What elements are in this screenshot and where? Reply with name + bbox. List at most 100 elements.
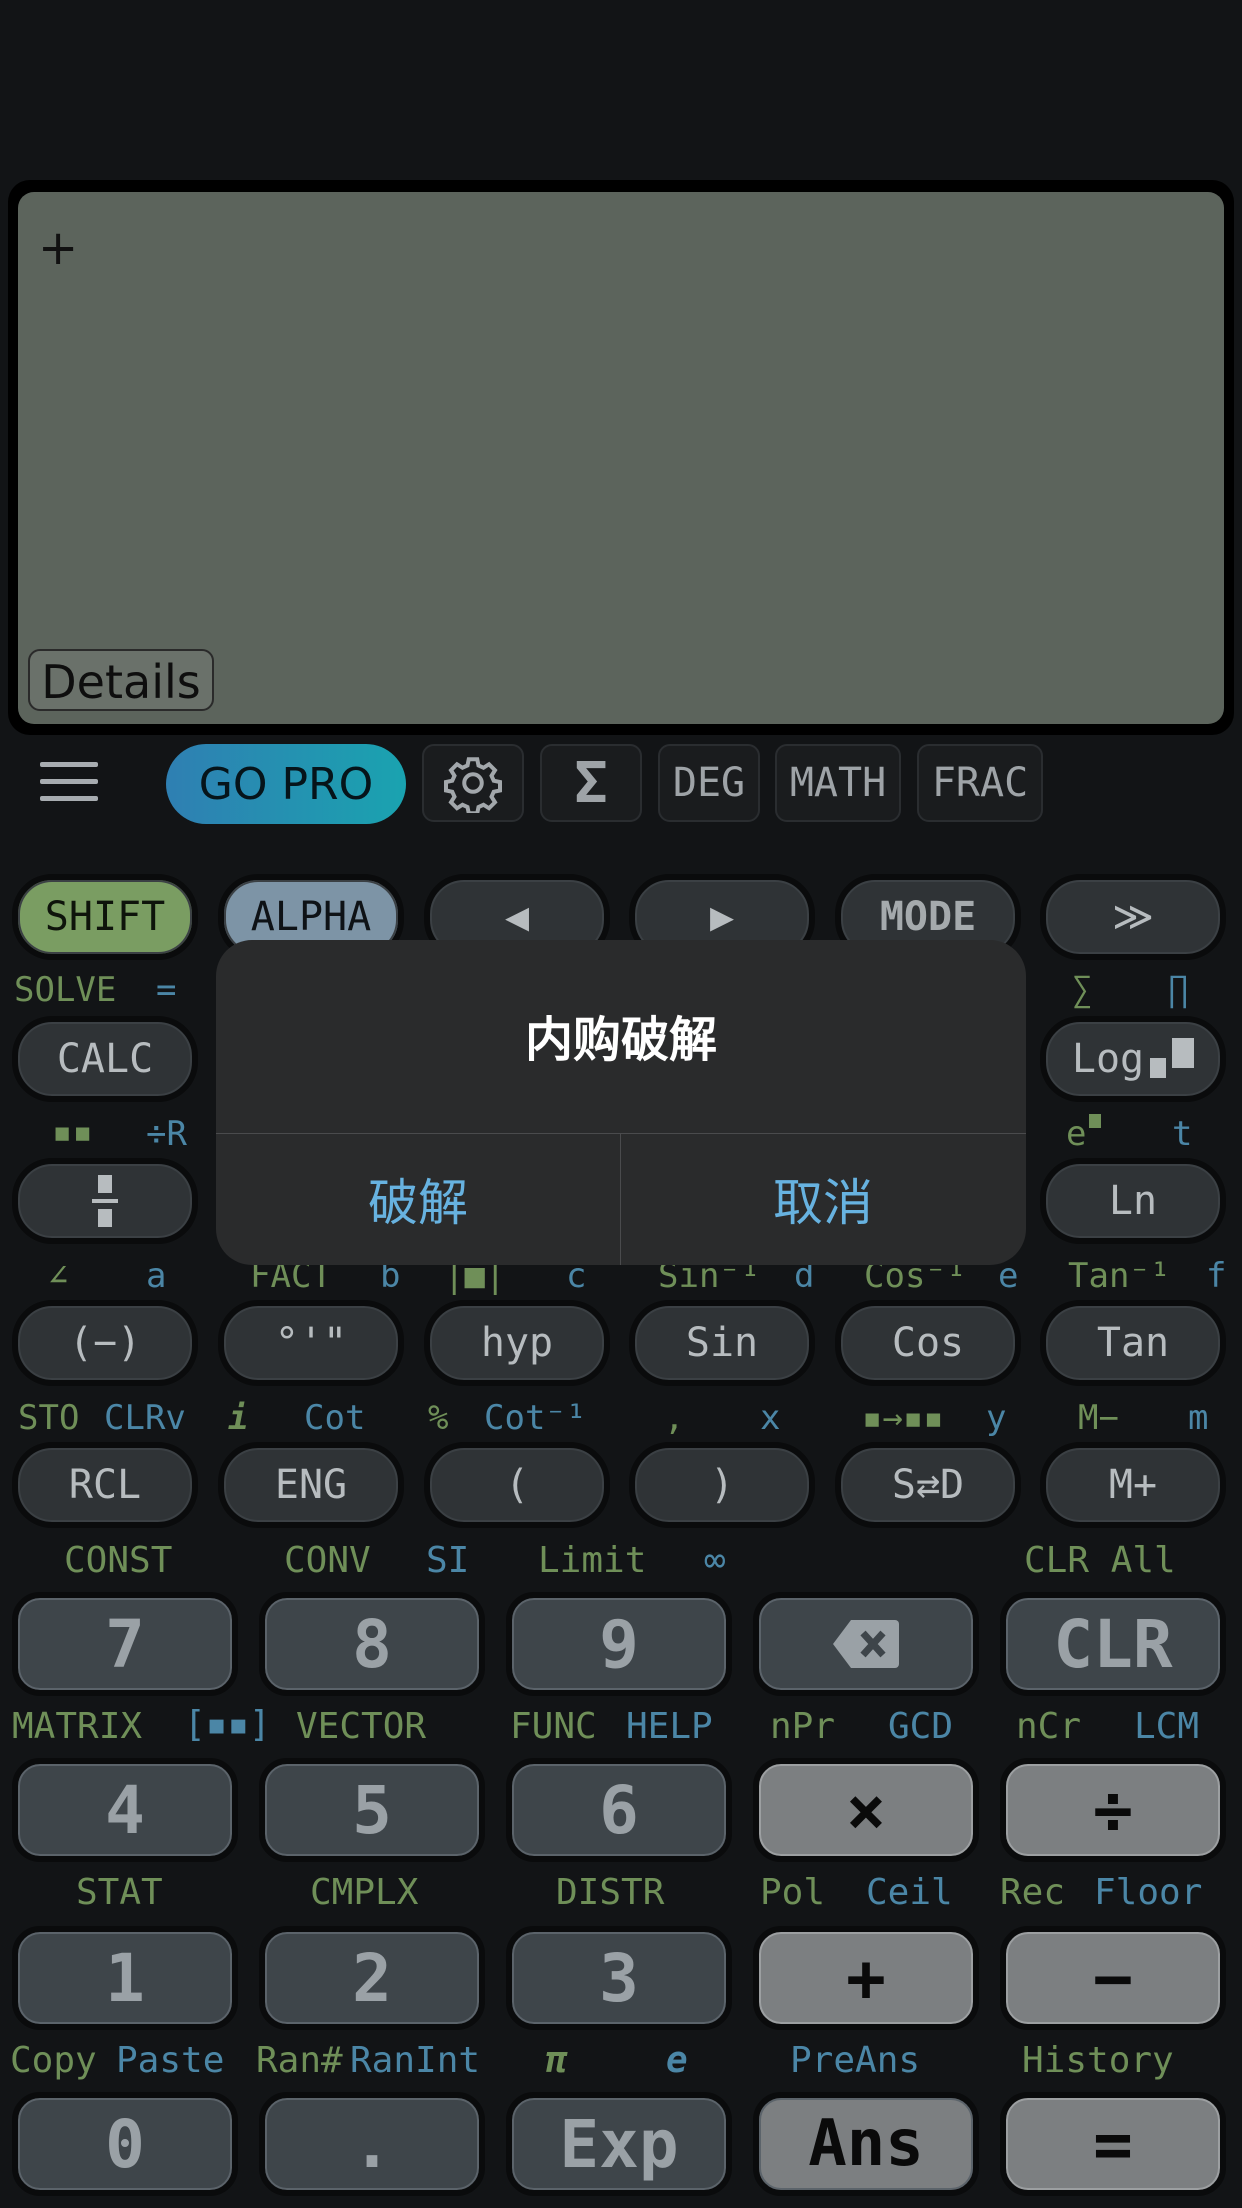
key-5[interactable]: 5 bbox=[259, 1758, 485, 1862]
ln-key[interactable]: Ln bbox=[1040, 1158, 1226, 1244]
go-pro-button[interactable]: GO PRO bbox=[166, 744, 406, 824]
matrix-icon: [▪▪] bbox=[184, 1704, 271, 1745]
backspace-icon bbox=[833, 1620, 899, 1668]
minus-key[interactable]: − bbox=[1000, 1926, 1226, 2030]
left-paren-key[interactable]: ( bbox=[424, 1442, 610, 1528]
log-key-label: Log bbox=[1071, 1036, 1145, 1082]
vector-label: VECTOR bbox=[296, 1706, 427, 1747]
gear-icon bbox=[444, 757, 502, 813]
ans-key[interactable]: Ans bbox=[753, 2092, 979, 2196]
shift-key[interactable]: SHIFT bbox=[12, 874, 198, 960]
equals-key[interactable]: = bbox=[1000, 2092, 1226, 2196]
distr-label: DISTR bbox=[556, 1872, 665, 1913]
cancel-button[interactable]: 取消 bbox=[621, 1133, 1025, 1265]
paste-label: Paste bbox=[116, 2040, 225, 2081]
div-remainder-label: ÷R bbox=[146, 1114, 187, 1154]
menu-icon[interactable] bbox=[40, 762, 110, 806]
log-key[interactable]: Log bbox=[1040, 1016, 1226, 1102]
crack-button[interactable]: 破解 bbox=[216, 1133, 620, 1265]
rcl-key[interactable]: RCL bbox=[12, 1442, 198, 1528]
eng-key[interactable]: ENG bbox=[218, 1442, 404, 1528]
var-m-label: m bbox=[1188, 1398, 1209, 1438]
decimal-key[interactable]: . bbox=[259, 2092, 485, 2196]
calculator-display[interactable] bbox=[18, 192, 1224, 724]
log-arg-box-icon bbox=[1172, 1038, 1195, 1068]
plus-key[interactable]: + bbox=[753, 1926, 979, 2030]
product-label: ∏ bbox=[1168, 970, 1189, 1010]
key-1[interactable]: 1 bbox=[12, 1926, 238, 2030]
cmplx-label: CMPLX bbox=[310, 1872, 419, 1913]
negative-key[interactable]: (−) bbox=[12, 1300, 198, 1386]
ncr-label: nCr bbox=[1016, 1706, 1082, 1747]
gcd-label: GCD bbox=[888, 1706, 954, 1747]
ran-label: Ran# bbox=[256, 2040, 343, 2081]
lcm-label: LCM bbox=[1134, 1706, 1200, 1747]
s-to-d-key[interactable]: S⇄D bbox=[835, 1442, 1021, 1528]
details-button[interactable]: Details bbox=[28, 649, 214, 711]
sto-label: STO bbox=[18, 1398, 80, 1438]
m-plus-key[interactable]: M+ bbox=[1040, 1442, 1226, 1528]
t-label: t bbox=[1172, 1114, 1193, 1154]
imaginary-label: i bbox=[228, 1398, 249, 1438]
var-a-label: a bbox=[146, 1256, 167, 1296]
key-6[interactable]: 6 bbox=[506, 1758, 732, 1862]
cos-key[interactable]: Cos bbox=[835, 1300, 1021, 1386]
sin-key[interactable]: Sin bbox=[629, 1300, 815, 1386]
key-7[interactable]: 7 bbox=[12, 1592, 238, 1696]
si-label: SI bbox=[426, 1540, 470, 1581]
ranint-label: RanInt bbox=[350, 2040, 481, 2081]
comma-label: , bbox=[664, 1398, 685, 1438]
infinity-label: ∞ bbox=[704, 1540, 726, 1581]
const-label: CONST bbox=[64, 1540, 173, 1581]
sum-label: ∑ bbox=[1072, 970, 1093, 1010]
copy-label: Copy bbox=[10, 2040, 97, 2081]
equals-label: = bbox=[156, 970, 177, 1010]
sigma-button[interactable]: Σ bbox=[540, 744, 642, 822]
percent-label: % bbox=[428, 1398, 449, 1438]
frac-button[interactable]: FRAC bbox=[917, 744, 1043, 822]
func-label: FUNC bbox=[510, 1706, 597, 1747]
exp-key[interactable]: Exp bbox=[506, 2092, 732, 2196]
atan-label: Tan⁻¹ bbox=[1068, 1256, 1171, 1296]
euler-label: e bbox=[666, 2040, 688, 2081]
m-minus-label: M− bbox=[1078, 1398, 1119, 1438]
ceil-label: Ceil bbox=[866, 1872, 953, 1913]
deg-min-sec-key[interactable]: °'" bbox=[218, 1300, 404, 1386]
key-0[interactable]: 0 bbox=[12, 2092, 238, 2196]
solve-label: SOLVE bbox=[14, 970, 117, 1010]
deg-button[interactable]: DEG bbox=[658, 744, 760, 822]
cot-label: Cot bbox=[304, 1398, 366, 1438]
key-2[interactable]: 2 bbox=[259, 1926, 485, 2030]
divide-key[interactable]: ÷ bbox=[1000, 1758, 1226, 1862]
frac-convert-icon: ▪→▪▪ bbox=[862, 1398, 944, 1438]
backspace-key[interactable] bbox=[753, 1592, 979, 1696]
hyp-key[interactable]: hyp bbox=[424, 1300, 610, 1386]
fraction-key[interactable] bbox=[12, 1158, 198, 1244]
settings-button[interactable] bbox=[422, 744, 524, 822]
key-8[interactable]: 8 bbox=[259, 1592, 485, 1696]
help-label: HELP bbox=[626, 1706, 713, 1747]
clrv-label: CLRv bbox=[104, 1398, 186, 1438]
var-y-label: y bbox=[986, 1398, 1007, 1438]
key-4[interactable]: 4 bbox=[12, 1758, 238, 1862]
multiply-key[interactable]: × bbox=[753, 1758, 979, 1862]
dialog-title: 内购破解 bbox=[524, 1012, 717, 1068]
e-power-label: e bbox=[1066, 1114, 1102, 1154]
floor-label: Floor bbox=[1094, 1872, 1203, 1913]
conv-label: CONV bbox=[284, 1540, 371, 1581]
frac-to-mixed-icon: ▪▪ bbox=[52, 1112, 93, 1152]
calc-key[interactable]: CALC bbox=[12, 1016, 198, 1102]
right-paren-key[interactable]: ) bbox=[629, 1442, 815, 1528]
pol-label: Pol bbox=[760, 1872, 826, 1913]
preans-label: PreAns bbox=[790, 2040, 921, 2081]
stat-label: STAT bbox=[76, 1872, 163, 1913]
clr-all-label: CLR All bbox=[1024, 1540, 1176, 1581]
key-3[interactable]: 3 bbox=[506, 1926, 732, 2030]
history-label: History bbox=[1022, 2040, 1174, 2081]
clr-key[interactable]: CLR bbox=[1000, 1592, 1226, 1696]
math-button[interactable]: MATH bbox=[775, 744, 901, 822]
matrix-label: MATRIX bbox=[12, 1706, 143, 1747]
key-9[interactable]: 9 bbox=[506, 1592, 732, 1696]
tan-key[interactable]: Tan bbox=[1040, 1300, 1226, 1386]
more-key[interactable]: ≫ bbox=[1040, 874, 1226, 960]
